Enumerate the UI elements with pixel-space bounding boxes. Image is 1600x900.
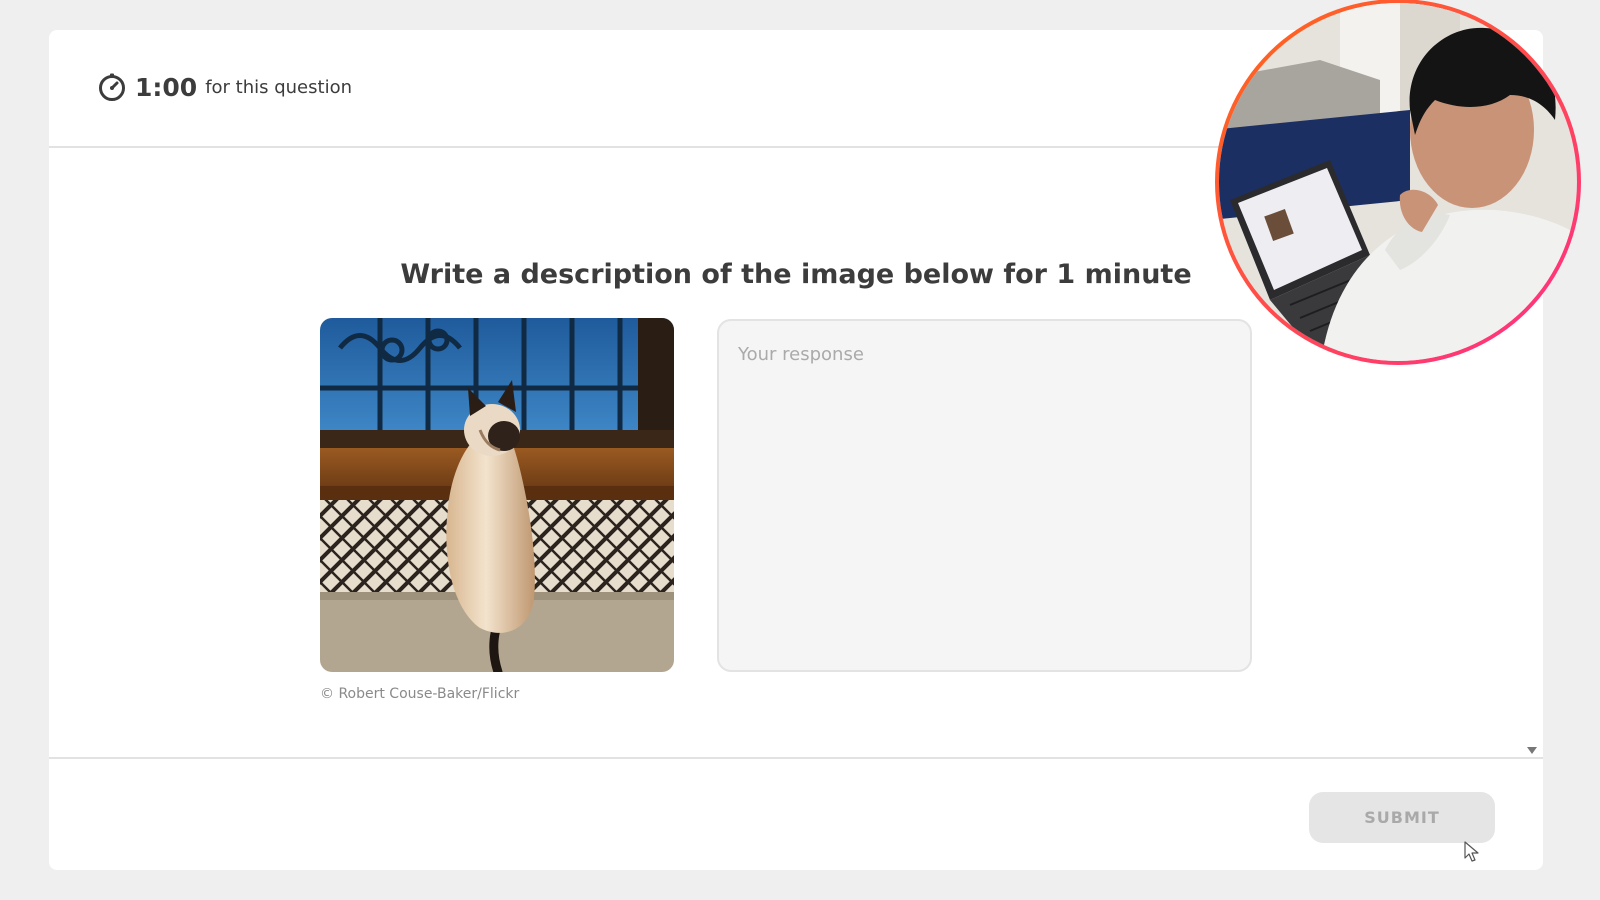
webcam-overlay bbox=[1215, 0, 1581, 365]
scroll-down-arrow-icon[interactable] bbox=[1527, 747, 1537, 754]
cat-photo bbox=[320, 318, 674, 672]
submit-button[interactable]: SUBMIT bbox=[1309, 792, 1495, 843]
mouse-cursor-icon bbox=[1464, 841, 1479, 862]
timer-label: for this question bbox=[205, 76, 352, 98]
stopwatch-icon bbox=[99, 73, 125, 101]
footer-divider bbox=[49, 757, 1543, 759]
timer-value: 1:00 bbox=[135, 72, 198, 102]
image-credit: © Robert Couse-Baker/Flickr bbox=[320, 686, 520, 702]
response-textarea[interactable] bbox=[717, 319, 1252, 672]
prompt-image bbox=[320, 318, 674, 672]
question-timer: 1:00 for this question bbox=[97, 72, 352, 102]
